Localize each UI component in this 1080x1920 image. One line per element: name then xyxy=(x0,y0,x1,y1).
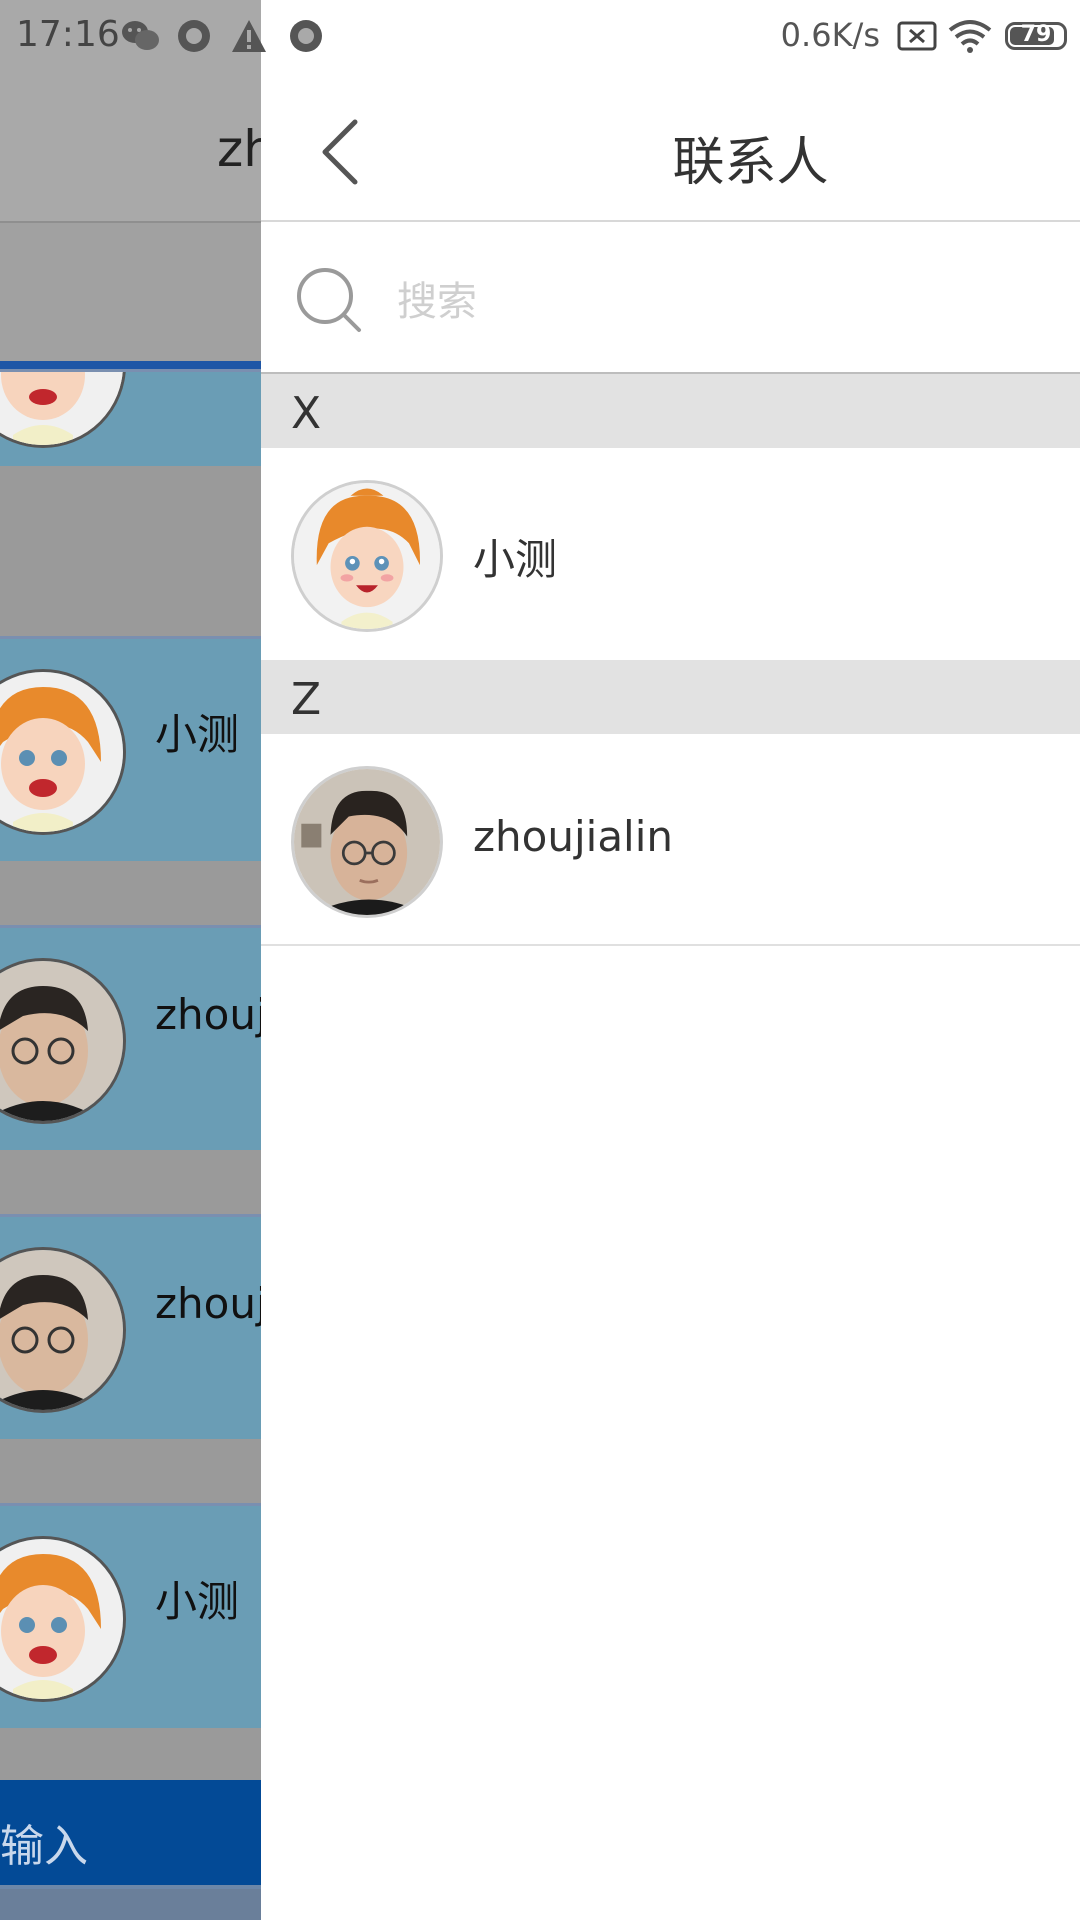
status-time: 17:16 xyxy=(16,14,120,55)
background-list-item: 小测 xyxy=(0,636,261,864)
drawer-header: 联系人 xyxy=(261,72,1080,220)
battery-icon: 79 xyxy=(1005,22,1067,50)
network-speed: 0.6K/s xyxy=(780,16,880,54)
contact-name: zhoujialin xyxy=(473,812,674,861)
section-letter: X xyxy=(291,388,322,439)
background-list-item: zhouj xyxy=(0,1214,261,1442)
cartoon-avatar-icon xyxy=(291,480,443,632)
photo-avatar-icon xyxy=(291,766,443,918)
battery-level: 79 xyxy=(1020,22,1052,47)
section-header-x: X xyxy=(261,374,1080,448)
background-list-item xyxy=(0,369,261,469)
photo-avatar-icon xyxy=(0,1247,126,1413)
cartoon-avatar-icon xyxy=(0,1536,126,1702)
background-list-item: 小测 xyxy=(0,1503,261,1731)
page-title: 联系人 xyxy=(672,133,829,193)
contacts-drawer: 联系人 X 小测 Z xyxy=(261,0,1080,1920)
background-contact-name: zhouj xyxy=(155,990,261,1039)
record-icon xyxy=(178,20,210,52)
section-letter: Z xyxy=(291,674,322,725)
contact-name: 小测 xyxy=(473,535,558,584)
search-bar[interactable] xyxy=(261,222,1080,372)
section-header-z: Z xyxy=(261,660,1080,734)
cartoon-avatar-icon xyxy=(0,669,126,835)
background-contact-name: 小测 xyxy=(155,1577,240,1626)
sim-blocked-icon xyxy=(897,21,937,51)
background-contact-name: zhouj xyxy=(155,1279,261,1328)
search-icon xyxy=(297,268,361,332)
record-icon xyxy=(290,20,322,52)
photo-avatar-icon xyxy=(0,958,126,1124)
wifi-icon xyxy=(948,20,992,53)
status-bar: 17:16 0.6K/s 79 xyxy=(0,0,1080,72)
background-contact-name: 小测 xyxy=(155,710,240,759)
contact-list-item[interactable]: 小测 xyxy=(261,448,1080,660)
background-tab-bar xyxy=(0,223,261,363)
cartoon-avatar-icon xyxy=(0,372,126,448)
warning-icon xyxy=(232,20,266,52)
list-divider xyxy=(261,944,1080,946)
background-list-item: zhouj xyxy=(0,925,261,1153)
background-tab-indicator xyxy=(0,361,261,369)
contact-list-item[interactable]: zhoujialin xyxy=(261,734,1080,946)
background-input-label: 输入 xyxy=(0,1821,88,1872)
wechat-icon xyxy=(122,21,159,50)
search-input[interactable] xyxy=(395,274,1039,330)
